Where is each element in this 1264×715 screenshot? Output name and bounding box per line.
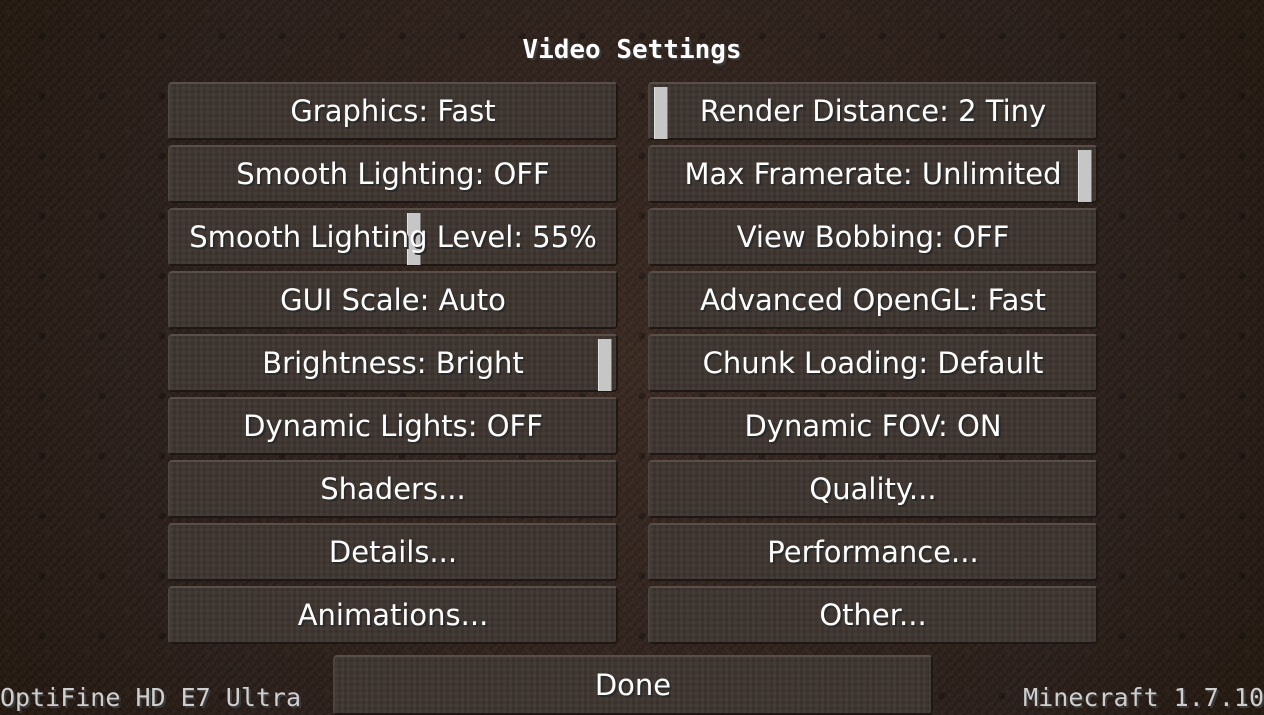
max-framerate-slider[interactable]: Max Framerate: Unlimited — [648, 145, 1098, 203]
dynamic-lights-button-label: Dynamic Lights: OFF — [243, 409, 543, 443]
brightness-slider[interactable]: Brightness: Bright — [168, 334, 618, 392]
gui-scale-button[interactable]: GUI Scale: Auto — [168, 271, 618, 329]
graphics-button-label: Graphics: Fast — [290, 94, 496, 128]
other-button-label: Other... — [819, 598, 927, 632]
slider-handle[interactable] — [1078, 150, 1092, 202]
brightness-slider-label: Brightness: Bright — [262, 346, 524, 380]
details-button-label: Details... — [328, 535, 458, 569]
dynamic-lights-button[interactable]: Dynamic Lights: OFF — [168, 397, 618, 455]
slider-handle[interactable] — [598, 339, 612, 391]
page-title: Video Settings — [522, 35, 742, 65]
smooth-lighting-button-label: Smooth Lighting: OFF — [236, 157, 550, 191]
minecraft-version-text: Minecraft 1.7.10 — [1023, 683, 1264, 712]
chunk-loading-button[interactable]: Chunk Loading: Default — [648, 334, 1098, 392]
view-bobbing-button[interactable]: View Bobbing: OFF — [648, 208, 1098, 266]
other-button[interactable]: Other... — [648, 586, 1098, 644]
shaders-button[interactable]: Shaders... — [168, 460, 618, 518]
quality-button[interactable]: Quality... — [648, 460, 1098, 518]
details-button[interactable]: Details... — [168, 523, 618, 581]
performance-button[interactable]: Performance... — [648, 523, 1098, 581]
max-framerate-slider-label: Max Framerate: Unlimited — [684, 157, 1062, 191]
advanced-opengl-button-label: Advanced OpenGL: Fast — [700, 283, 1046, 317]
gui-scale-button-label: GUI Scale: Auto — [280, 283, 506, 317]
view-bobbing-button-label: View Bobbing: OFF — [736, 220, 1010, 254]
done-button-label: Done — [594, 668, 672, 702]
shaders-button-label: Shaders... — [320, 472, 466, 506]
dynamic-fov-button[interactable]: Dynamic FOV: ON — [648, 397, 1098, 455]
smooth-lighting-level-slider[interactable]: Smooth Lighting Level: 55% — [168, 208, 618, 266]
smooth-lighting-level-slider-label: Smooth Lighting Level: 55% — [189, 220, 597, 254]
slider-handle[interactable] — [654, 87, 668, 139]
performance-button-label: Performance... — [767, 535, 979, 569]
dynamic-fov-button-label: Dynamic FOV: ON — [744, 409, 1002, 443]
render-distance-slider-label: Render Distance: 2 Tiny — [699, 94, 1047, 128]
render-distance-slider[interactable]: Render Distance: 2 Tiny — [648, 82, 1098, 140]
smooth-lighting-button[interactable]: Smooth Lighting: OFF — [168, 145, 618, 203]
quality-button-label: Quality... — [809, 472, 937, 506]
animations-button-label: Animations... — [297, 598, 489, 632]
chunk-loading-button-label: Chunk Loading: Default — [702, 346, 1044, 380]
done-button[interactable]: Done — [333, 655, 933, 715]
advanced-opengl-button[interactable]: Advanced OpenGL: Fast — [648, 271, 1098, 329]
optifine-version-text: OptiFine HD E7 Ultra — [0, 683, 302, 712]
animations-button[interactable]: Animations... — [168, 586, 618, 644]
graphics-button[interactable]: Graphics: Fast — [168, 82, 618, 140]
